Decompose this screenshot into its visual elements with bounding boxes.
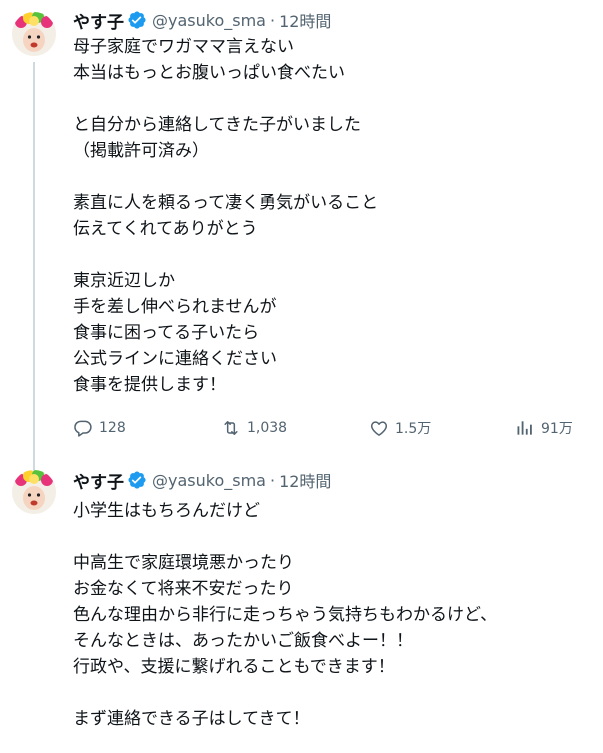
tweet-actions: 128 1,038 1.5万 91万 [73,416,583,440]
tweet-line: 小学生はもちろんだけど [73,501,260,521]
tweet-line [73,524,593,550]
separator-dot: · [269,470,276,490]
author-name[interactable]: やす子 [73,468,124,493]
tweet-header: やす子 @yasuko_sma · 12時間 [73,468,331,493]
reply-button[interactable]: 128 [73,416,126,440]
tweet-header: やす子 @yasuko_sma · 12時間 [73,8,331,33]
tweet-line: 中高生で家庭環境悪かったり [73,553,294,573]
tweet-text: 母子家庭でワガママ言えない 本当はもっとお腹いっぱい食べたい と自分から連絡して… [73,34,593,398]
like-count: 1.5万 [395,421,432,437]
tweet-text: 小学生はもちろんだけど 中高生で家庭環境悪かったり お金なくて将来不安だったり … [73,498,593,732]
avatar[interactable] [12,470,56,514]
retweet-icon [224,421,238,435]
tweet-line: そんなときは、あったかいご飯食べよー！！ [73,631,413,651]
tweet-line: 東京近辺しか [73,271,175,291]
avatar-image [12,470,56,514]
timestamp[interactable]: 12時間 [279,468,331,492]
view-count: 91万 [541,421,573,437]
tweet-line: 本当はもっとお腹いっぱい食べたい [73,63,345,83]
tweet-line: （掲載許可済み） [73,141,209,161]
tweet-line [73,680,593,706]
tweet-line [73,242,593,268]
author-handle[interactable]: @yasuko_sma [152,471,266,490]
tweet-line: 素直に人を頼るって凄く勇気がいること [73,193,379,213]
tweet-line: お金なくて将来不安だったり [73,579,294,599]
tweet-line: 母子家庭でワガママ言えない [73,37,294,57]
tweet-line [73,86,593,112]
tweet-line: 行政や、支援に繋げれることもできます！ [73,657,395,677]
reply-count: 128 [99,420,126,436]
author-handle[interactable]: @yasuko_sma [152,11,266,30]
avatar-image [12,12,56,56]
tweet-line: 公式ラインに連絡ください [73,349,277,369]
views-chart-icon [517,421,532,435]
tweet-line: 色んな理由から非行に走っちゃう気持ちもわかるけど、 [73,605,498,625]
tweet-line: 食事に困ってる子いたら [73,323,260,343]
tweet[interactable]: やす子 @yasuko_sma · 12時間 小学生はもちろんだけど 中高生で家… [0,460,603,753]
author-name[interactable]: やす子 [73,8,124,33]
tweet[interactable]: やす子 @yasuko_sma · 12時間 母子家庭でワガママ言えない 本当は… [0,0,603,472]
tweet-line: 伝えてくれてありがとう [73,219,258,239]
timestamp[interactable]: 12時間 [279,8,331,32]
tweet-line: と自分から連絡してきた子がいました [73,115,361,135]
retweet-count: 1,038 [247,420,288,436]
separator-dot: · [269,10,276,30]
heart-icon [370,421,388,436]
retweet-button[interactable]: 1,038 [221,416,287,440]
tweet-line: まず連絡できる子はしてきて！ [73,709,310,729]
reply-icon [74,420,92,437]
like-button[interactable]: 1.5万 [369,416,431,440]
views-button[interactable]: 91万 [515,416,573,440]
verified-badge-icon [127,470,147,490]
thread-connector-line [33,62,35,472]
tweet-line: 食事を提供します！ [73,375,226,395]
avatar[interactable] [12,12,56,56]
tweet-line: 手を差し伸べられませんが [73,297,277,317]
tweet-line [73,164,593,190]
verified-badge-icon [127,10,147,30]
